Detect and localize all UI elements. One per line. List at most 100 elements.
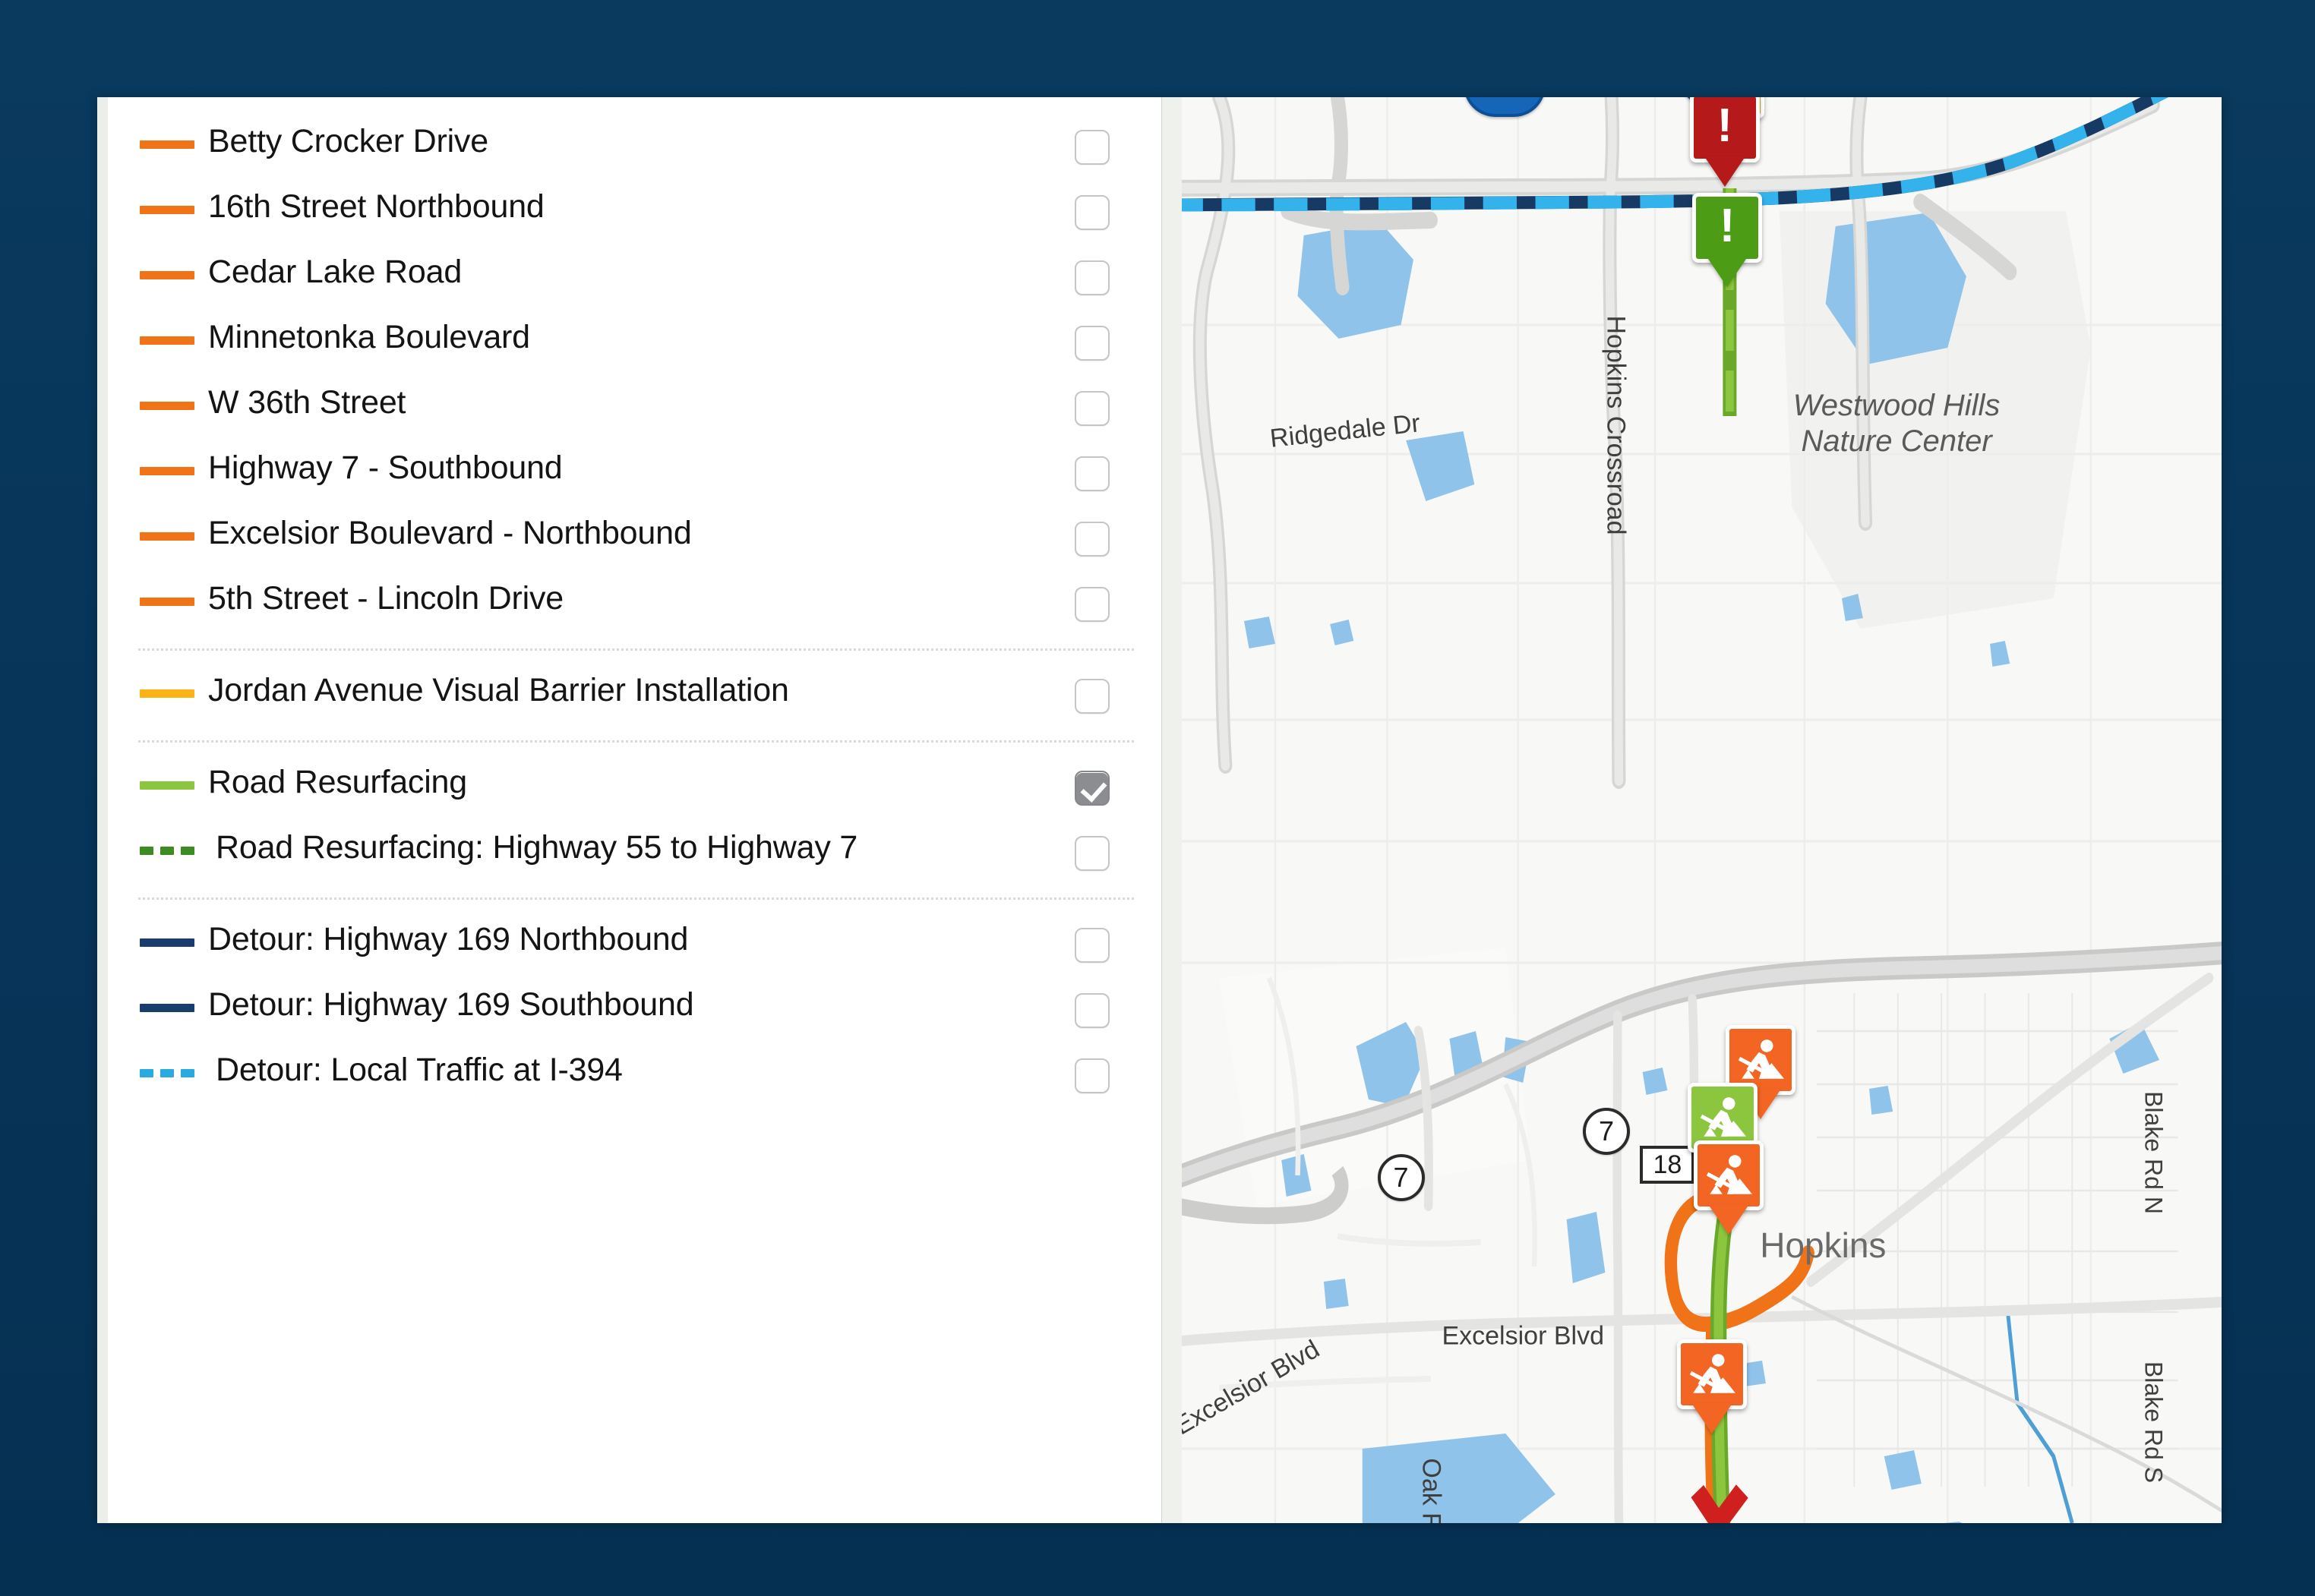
- legend-item-checkbox[interactable]: [1075, 195, 1110, 230]
- legend-checkbox-cell: [1050, 670, 1134, 714]
- legend-group-divider: [138, 897, 1134, 900]
- legend-item-label: Detour: Highway 169 Southbound: [208, 986, 694, 1023]
- exclamation-icon: !: [1719, 200, 1735, 252]
- legend-item-checkbox[interactable]: [1075, 587, 1110, 622]
- solid-line-swatch-icon: [140, 140, 194, 149]
- solid-line-swatch-icon: [140, 598, 194, 606]
- dashed-line-swatch-icon: [140, 847, 194, 855]
- legend-group-divider: [138, 648, 1134, 651]
- legend-item-label: Detour: Highway 169 Northbound: [208, 921, 689, 957]
- legend-item-label: Road Resurfacing: [208, 764, 467, 800]
- county-route-shield-icon: 18: [1640, 1146, 1695, 1184]
- exclamation-icon: !: [1717, 99, 1733, 152]
- legend-swatch-cell: [135, 382, 208, 410]
- legend-item-checkbox[interactable]: [1075, 771, 1110, 806]
- legend-item-checkbox[interactable]: [1075, 456, 1110, 491]
- legend-checkbox-cell: [1050, 382, 1134, 426]
- legend-item[interactable]: 16th Street Northbound: [135, 179, 1134, 244]
- solid-line-swatch-icon: [140, 781, 194, 790]
- construction-marker-icon[interactable]: [1677, 1339, 1748, 1409]
- legend-item[interactable]: Minnetonka Boulevard: [135, 310, 1134, 375]
- legend-item-checkbox[interactable]: [1075, 130, 1110, 165]
- legend-item-label: 16th Street Northbound: [208, 188, 545, 225]
- legend-item[interactable]: Road Resurfacing: [135, 755, 1134, 820]
- legend-item[interactable]: Road Resurfacing: Highway 55 to Highway …: [135, 820, 1134, 885]
- legend-group: Betty Crocker Drive 16th Street Northboun…: [108, 114, 1161, 636]
- legend-swatch-cell: [135, 762, 208, 790]
- legend-item-label: Cedar Lake Road: [208, 254, 463, 290]
- legend-item[interactable]: Cedar Lake Road: [135, 244, 1134, 310]
- legend-checkbox-cell: [1050, 251, 1134, 295]
- legend-item[interactable]: Highway 7 - Southbound: [135, 440, 1134, 506]
- legend-item[interactable]: Detour: Highway 169 Northbound: [135, 912, 1134, 977]
- state-route-shield-icon: 7: [1583, 1108, 1631, 1155]
- solid-line-swatch-icon: [140, 467, 194, 475]
- dashed-line-swatch-icon: [140, 1069, 194, 1077]
- legend-swatch-cell: [135, 1049, 208, 1077]
- solid-line-swatch-icon: [140, 938, 194, 947]
- screen-backdrop: Betty Crocker Drive 16th Street Northboun…: [0, 0, 2315, 1596]
- legend-item-checkbox[interactable]: [1075, 1058, 1110, 1093]
- legend-item-label: 5th Street - Lincoln Drive: [208, 580, 564, 617]
- legend-item[interactable]: Detour: Local Traffic at I-394: [135, 1042, 1134, 1108]
- legend-item-label: Minnetonka Boulevard: [208, 319, 530, 355]
- legend-swatch-cell: [135, 251, 208, 279]
- legend-item-label: Highway 7 - Southbound: [208, 449, 563, 486]
- legend-checkbox-cell: [1050, 447, 1134, 491]
- legend-item-label: Betty Crocker Drive: [208, 123, 488, 159]
- legend-item-checkbox[interactable]: [1075, 391, 1110, 426]
- legend-panel: Betty Crocker Drive 16th Street Northboun…: [97, 97, 1162, 1523]
- map-vector-layer: [1182, 97, 2222, 1523]
- legend-scroll-area[interactable]: Betty Crocker Drive 16th Street Northboun…: [108, 97, 1161, 1523]
- legend-item-label: Detour: Local Traffic at I-394: [216, 1052, 623, 1088]
- legend-checkbox-cell: [1050, 513, 1134, 557]
- legend-item-checkbox[interactable]: [1075, 993, 1110, 1028]
- legend-swatch-cell: [135, 827, 208, 855]
- legend-checkbox-cell: [1050, 1049, 1134, 1093]
- solid-line-swatch-icon: [140, 689, 194, 698]
- legend-item-label: Jordan Avenue Visual Barrier Installatio…: [208, 672, 789, 708]
- legend-swatch-cell: [135, 447, 208, 475]
- legend-group: Detour: Highway 169 Northbound Detour: Hi…: [108, 912, 1161, 1108]
- legend-item[interactable]: Betty Crocker Drive: [135, 114, 1134, 179]
- legend-item-checkbox[interactable]: [1075, 928, 1110, 963]
- legend-item[interactable]: Detour: Highway 169 Southbound: [135, 977, 1134, 1042]
- state-route-shield-icon: 7: [1377, 1154, 1425, 1201]
- legend-swatch-cell: [135, 578, 208, 606]
- construction-marker-icon[interactable]: [1693, 1140, 1764, 1210]
- legend-item[interactable]: Jordan Avenue Visual Barrier Installatio…: [135, 663, 1134, 728]
- legend-swatch-cell: [135, 984, 208, 1012]
- legend-group-divider: [138, 740, 1134, 743]
- legend-item-checkbox[interactable]: [1075, 260, 1110, 295]
- alert-marker-icon[interactable]: !: [1692, 193, 1763, 263]
- legend-item-checkbox[interactable]: [1075, 522, 1110, 557]
- legend-item[interactable]: Excelsior Boulevard - Northbound: [135, 506, 1134, 571]
- legend-swatch-cell: [135, 121, 208, 149]
- legend-item-checkbox[interactable]: [1075, 836, 1110, 871]
- alert-marker-icon[interactable]: !: [1689, 97, 1760, 162]
- legend-swatch-cell: [135, 670, 208, 698]
- legend-item-label: Road Resurfacing: Highway 55 to Highway …: [216, 829, 858, 866]
- solid-line-swatch-icon: [140, 532, 194, 541]
- legend-checkbox-cell: [1050, 827, 1134, 871]
- legend-checkbox-cell: [1050, 186, 1134, 230]
- map-panel[interactable]: Ridgedale Dr Hopkins Crossroad Westwood Hi…: [1162, 97, 2222, 1523]
- legend-list: Betty Crocker Drive 16th Street Northboun…: [108, 97, 1161, 1108]
- legend-item[interactable]: 5th Street - Lincoln Drive: [135, 571, 1134, 636]
- map-canvas[interactable]: Ridgedale Dr Hopkins Crossroad Westwood Hi…: [1182, 97, 2222, 1523]
- application-window: Betty Crocker Drive 16th Street Northboun…: [97, 97, 2222, 1523]
- legend-item-label: W 36th Street: [208, 384, 406, 421]
- legend-item-checkbox[interactable]: [1075, 679, 1110, 714]
- legend-checkbox-cell: [1050, 762, 1134, 806]
- legend-checkbox-cell: [1050, 984, 1134, 1028]
- legend-checkbox-cell: [1050, 919, 1134, 963]
- legend-item[interactable]: W 36th Street: [135, 375, 1134, 440]
- legend-checkbox-cell: [1050, 121, 1134, 165]
- legend-item-label: Excelsior Boulevard - Northbound: [208, 515, 692, 551]
- legend-checkbox-cell: [1050, 317, 1134, 361]
- legend-swatch-cell: [135, 513, 208, 541]
- legend-item-checkbox[interactable]: [1075, 326, 1110, 361]
- legend-checkbox-cell: [1050, 578, 1134, 622]
- legend-swatch-cell: [135, 317, 208, 345]
- solid-line-swatch-icon: [140, 336, 194, 345]
